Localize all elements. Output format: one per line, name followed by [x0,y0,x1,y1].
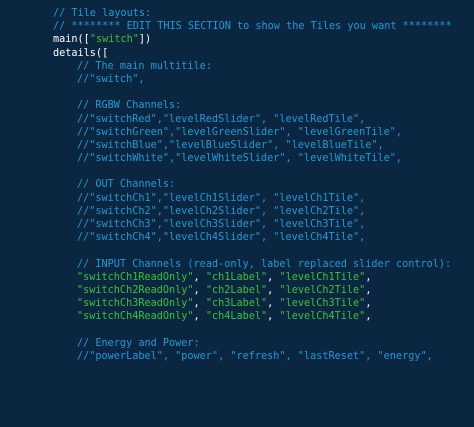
code-comment: // The main multitile: [77,60,212,72]
code-line: //"switchCh3","levelCh3Slider", "levelCh… [0,218,474,231]
code-identifier: , [365,284,372,296]
code-string: "ch3Label" [205,298,268,310]
code-string: "switchCh1ReadOnly" [77,271,194,283]
code-string: "switchCh4ReadOnly" [77,311,194,323]
code-line: //"switchCh4","levelCh4Slider", "levelCh… [0,231,474,244]
code-comment: // Tile layouts: [53,8,152,19]
code-identifier: , [365,311,372,323]
code-identifier: , [193,311,206,323]
code-identifier: , [193,284,206,296]
code-identifier: , [193,271,206,283]
code-comment: //"switchWhite","levelWhiteSlider", "lev… [77,153,403,165]
code-line: "switchCh1ReadOnly", "ch1Label", "levelC… [0,271,474,284]
code-string: "switchCh2ReadOnly" [77,284,194,296]
code-identifier: , [267,271,280,283]
code-string: "levelCh3Tile" [279,298,366,310]
code-string: "ch4Label" [205,311,268,323]
code-identifier: ]) [138,34,152,46]
code-comment: //"switchGreen","levelGreenSlider", "lev… [77,126,403,138]
code-line: // Energy and Power: [0,337,474,350]
code-line: // INPUT Channels (read-only, label repl… [0,258,474,271]
code-line: //"powerLabel", "power", "refresh", "las… [0,350,474,363]
code-comment: // INPUT Channels (read-only, label repl… [77,258,452,270]
code-string: "ch2Label" [205,284,268,296]
code-string: "levelCh4Tile" [279,311,366,323]
code-line: //"switchGreen","levelGreenSlider", "lev… [0,126,474,139]
code-line: // Tile layouts: [0,7,474,20]
code-comment: //"switchBlue","levelBlueSlider", "level… [77,139,384,151]
code-line: "switchCh3ReadOnly", "ch3Label", "levelC… [0,297,474,310]
code-comment: // RGBW Channels: [77,100,182,112]
code-comment: //"switchCh3","levelCh3Slider", "levelCh… [77,219,366,230]
code-line: //"switchWhite","levelWhiteSlider", "lev… [0,152,474,165]
code-identifier: , [193,298,206,310]
code-string: "switchCh3ReadOnly" [77,298,194,310]
code-line: //"switchRed","levelRedSlider", "levelRe… [0,113,474,126]
code-editor[interactable]: // Tile layouts: // ******** EDIT THIS SE… [0,0,474,427]
code-string: "switch" [89,34,139,46]
code-line: // ******** EDIT THIS SECTION to show th… [0,20,474,33]
code-comment: //"switchCh4","levelCh4Slider", "levelCh… [77,232,366,244]
code-line: //"switch", [0,73,474,86]
code-line: details([ [0,47,474,60]
code-comment: //"powerLabel", "power", "refresh", "las… [77,350,433,362]
code-string: "levelCh1Tile" [279,271,366,283]
code-line: main(["switch"]) [0,33,474,46]
code-comment: //"switchRed","levelRedSlider", "levelRe… [77,113,366,125]
code-identifier: , [267,298,280,310]
code-line: // The main multitile: [0,60,474,73]
code-line: // OUT Channels: [0,178,474,191]
code-identifier: main([ [53,34,90,46]
code-line: //"switchCh1","levelCh1Slider", "levelCh… [0,192,474,205]
code-identifier: , [267,284,280,296]
code-identifier: , [365,298,372,310]
code-comment: //"switchCh2","levelCh2Slider", "levelCh… [77,205,366,217]
code-comment: //"switch", [77,73,145,85]
code-line: "switchCh2ReadOnly", "ch2Label", "levelC… [0,284,474,297]
code-string: "levelCh2Tile" [279,284,366,296]
code-comment: // ******** EDIT THIS SECTION to show th… [53,21,452,33]
code-line: //"switchCh2","levelCh2Slider", "levelCh… [0,205,474,218]
code-line: // RGBW Channels: [0,99,474,112]
code-string: "ch1Label" [205,271,268,283]
code-identifier: , [267,311,280,323]
code-identifier: , [365,271,372,283]
code-identifier: details([ [53,47,109,59]
code-comment: // OUT Channels: [77,179,176,191]
code-line: "switchCh4ReadOnly", "ch4Label", "levelC… [0,310,474,323]
code-line: //"switchBlue","levelBlueSlider", "level… [0,139,474,152]
code-comment: //"switchCh1","levelCh1Slider", "levelCh… [77,192,366,204]
code-comment: // Energy and Power: [77,337,200,349]
